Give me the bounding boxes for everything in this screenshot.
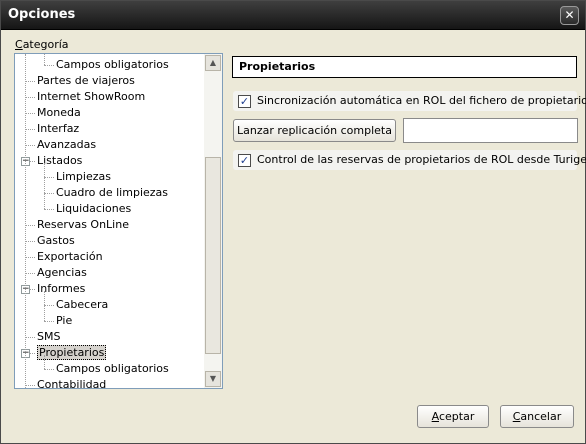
tree-branch-line [44, 291, 45, 321]
tree-connector [25, 81, 35, 82]
tree-connector [25, 225, 35, 226]
tree-item-label: Exportación [37, 250, 103, 263]
scroll-up-button[interactable]: ▲ [205, 55, 221, 71]
tree-item[interactable]: Pie [56, 313, 72, 329]
tree-connector [25, 129, 35, 130]
cancel-button[interactable]: Cancelar [500, 405, 574, 428]
tree-connector [44, 369, 54, 370]
tree-item[interactable]: Gastos [37, 233, 75, 249]
control-check-row[interactable]: ✓ Control de las reservas de propietario… [233, 150, 586, 170]
tree-trunk-line [25, 54, 26, 388]
title-bar[interactable]: Opciones ✕ [1, 1, 585, 30]
accept-button[interactable]: Aceptar [417, 405, 489, 428]
tree-item[interactable]: Reservas OnLine [37, 217, 129, 233]
replication-button[interactable]: Lanzar replicación completa [233, 119, 396, 142]
tree-item-label: Liquidaciones [56, 202, 132, 215]
check-icon: ✓ [239, 95, 250, 108]
tree-connector [25, 257, 35, 258]
tree-item-label: Limpiezas [56, 170, 111, 183]
tree-item-label: Avanzadas [37, 138, 97, 151]
sync-check-row[interactable]: ✓ Sincronización automática en ROL del f… [233, 91, 586, 111]
tree-scrollbar[interactable]: ▲ ▼ [204, 54, 222, 388]
tree-item[interactable]: Exportación [37, 249, 103, 265]
section-title: Propietarios [232, 56, 577, 78]
tree-item[interactable]: Cabecera [56, 297, 108, 313]
tree-connector [25, 273, 35, 274]
tree-connector [44, 193, 54, 194]
tree-item-label: Campos obligatorios [56, 58, 169, 71]
tree-item-label: Pie [56, 314, 73, 327]
tree-item-label: Moneda [37, 106, 81, 119]
category-tree[interactable]: Campos obligatorios Partes de viajeros Int… [14, 53, 223, 389]
close-icon: ✕ [564, 8, 575, 22]
scroll-down-button[interactable]: ▼ [205, 371, 221, 387]
control-check-label: Control de las reservas de propietarios … [257, 153, 586, 166]
tree-branch-line [44, 355, 45, 369]
replication-field[interactable] [403, 118, 578, 143]
tree-item-label: Cabecera [56, 298, 109, 311]
tree-connector [25, 97, 35, 98]
scroll-up-icon: ▲ [209, 58, 217, 67]
scroll-thumb[interactable] [205, 157, 221, 354]
tree-connector [25, 145, 35, 146]
tree-item[interactable]: Contabilidad [37, 377, 107, 389]
tree-item-label: Partes de viajeros [37, 74, 135, 87]
tree-item-label: Campos obligatorios [56, 362, 169, 375]
tree-item[interactable]: Cuadro de limpiezas [56, 185, 168, 201]
tree-connector [25, 385, 35, 386]
tree-item-label: Reservas OnLine [37, 218, 129, 231]
tree-item-label: SMS [37, 330, 61, 343]
tree-item[interactable]: SMS [37, 329, 60, 345]
tree-branch-line [44, 54, 45, 65]
tree-branch-line [44, 163, 45, 209]
tree-connector [25, 113, 35, 114]
tree-item[interactable]: Limpiezas [56, 169, 111, 185]
tree-item[interactable]: Interfaz [37, 121, 79, 137]
tree-item[interactable]: Moneda [37, 105, 81, 121]
tree-connector [44, 305, 54, 306]
close-button[interactable]: ✕ [560, 6, 579, 25]
category-label: Categoría [15, 38, 69, 51]
tree-item[interactable]: Avanzadas [37, 137, 96, 153]
options-dialog: Opciones ✕ Categoría Campos obligatorios… [0, 0, 586, 444]
tree-item-label: Agencias [37, 266, 87, 279]
tree-connector [44, 209, 54, 210]
tree-connector [25, 337, 35, 338]
tree-connector [44, 65, 54, 66]
sync-check-label: Sincronización automática en ROL del fic… [257, 94, 586, 107]
tree-item[interactable]: Campos obligatorios [56, 57, 169, 73]
tree-item-label: Cuadro de limpiezas [56, 186, 169, 199]
tree-item-label: Internet ShowRoom [37, 90, 146, 103]
tree-item[interactable]: Agencias [37, 265, 87, 281]
tree-item[interactable]: Liquidaciones [56, 201, 131, 217]
tree-item[interactable]: Campos obligatorios [56, 361, 169, 377]
tree-item-label: Propietarios [37, 345, 107, 360]
tree-item[interactable]: Internet ShowRoom [37, 89, 145, 105]
tree-item-label: Gastos [37, 234, 75, 247]
tree-item-label: Interfaz [37, 122, 80, 135]
control-checkbox[interactable]: ✓ [238, 154, 251, 167]
tree-item-label: Contabilidad [37, 378, 107, 389]
tree-connector [44, 321, 54, 322]
check-icon: ✓ [239, 154, 250, 167]
tree-connector [44, 177, 54, 178]
tree-connector [25, 241, 35, 242]
scroll-down-icon: ▼ [209, 374, 217, 383]
tree-item[interactable]: Propietarios [37, 345, 107, 361]
window-title: Opciones [8, 7, 76, 22]
sync-checkbox[interactable]: ✓ [238, 95, 251, 108]
tree-item[interactable]: Partes de viajeros [37, 73, 135, 89]
